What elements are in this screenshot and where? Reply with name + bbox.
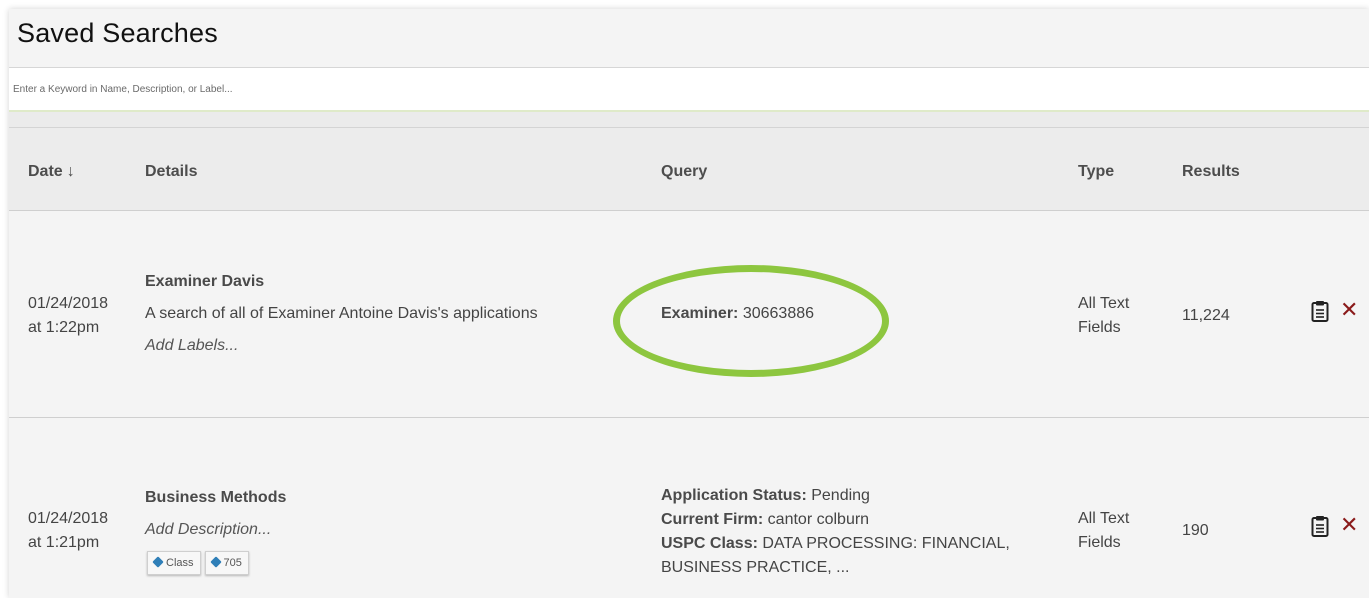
label-tag[interactable]: 705 bbox=[204, 551, 249, 575]
type-line: Fields bbox=[1078, 319, 1121, 336]
label-list: Class 705 bbox=[147, 551, 253, 575]
query-line: Current Firm: cantor colburn bbox=[661, 508, 1010, 532]
title-bar: Saved Searches bbox=[9, 9, 1369, 68]
results-cell: 190 bbox=[1182, 522, 1209, 539]
row-time: at 1:22pm bbox=[28, 319, 100, 336]
add-description-link[interactable]: Add Description... bbox=[145, 518, 625, 542]
label-text: 705 bbox=[223, 557, 242, 569]
query-line: Application Status: Pending bbox=[661, 484, 1010, 508]
query-line: BUSINESS PRACTICE, ... bbox=[661, 559, 850, 576]
search-name[interactable]: Business Methods bbox=[145, 486, 625, 510]
type-cell: All Text Fields bbox=[1078, 292, 1129, 340]
table-row[interactable]: 01/24/2018 at 1:21pm Business Methods Ad… bbox=[9, 418, 1369, 598]
column-header-details[interactable]: Details bbox=[145, 163, 197, 181]
type-line: Fields bbox=[1078, 534, 1121, 551]
query-value: Pending bbox=[806, 487, 870, 504]
type-line: All Text bbox=[1078, 295, 1130, 312]
toolbar-spacer bbox=[9, 112, 1369, 128]
search-description[interactable]: A search of all of Examiner Antoine Davi… bbox=[145, 302, 625, 326]
date-cell: 01/24/2018 at 1:21pm bbox=[28, 507, 108, 555]
search-bar bbox=[9, 68, 1369, 112]
close-icon[interactable]: ✕ bbox=[1340, 514, 1358, 536]
date-cell: 01/24/2018 at 1:22pm bbox=[28, 292, 108, 340]
row-date: 01/24/2018 bbox=[28, 510, 109, 527]
details-cell: Business Methods Add Description... bbox=[145, 486, 625, 542]
query-cell: Examiner: 30663886 bbox=[661, 302, 814, 326]
column-date-label: Date bbox=[28, 163, 63, 180]
table-row[interactable]: 01/24/2018 at 1:22pm Examiner Davis A se… bbox=[9, 211, 1369, 418]
table-header: Date ↓ Details Query Type Results bbox=[9, 128, 1369, 211]
column-header-date[interactable]: Date ↓ bbox=[28, 163, 75, 181]
type-line: All Text bbox=[1078, 510, 1130, 527]
column-header-query[interactable]: Query bbox=[661, 163, 707, 181]
add-labels-link[interactable]: Add Labels... bbox=[145, 334, 625, 358]
query-value: cantor colburn bbox=[763, 511, 870, 528]
query-value: DATA PROCESSING: FINANCIAL, bbox=[757, 535, 1010, 552]
clipboard-icon[interactable] bbox=[1311, 300, 1329, 327]
row-time: at 1:21pm bbox=[28, 534, 100, 551]
tag-icon bbox=[209, 556, 222, 568]
label-text: Class bbox=[166, 557, 194, 569]
details-cell: Examiner Davis A search of all of Examin… bbox=[145, 270, 625, 358]
label-tag[interactable]: Class bbox=[147, 551, 201, 575]
saved-searches-panel: Saved Searches Date↓ Details Query Type … bbox=[9, 9, 1369, 598]
query-cell: Application Status: Pending Current Firm… bbox=[661, 484, 1010, 580]
search-name[interactable]: Examiner Davis bbox=[145, 270, 625, 294]
column-header-results[interactable]: Results bbox=[1182, 163, 1240, 181]
type-cell: All Text Fields bbox=[1078, 507, 1129, 555]
query-key: Application Status: bbox=[661, 487, 807, 504]
query-key: Current Firm: bbox=[661, 511, 764, 528]
query-key: Examiner: bbox=[661, 305, 739, 322]
close-icon[interactable]: ✕ bbox=[1340, 299, 1358, 321]
results-cell: 11,224 bbox=[1182, 307, 1230, 324]
column-header-type[interactable]: Type bbox=[1078, 163, 1114, 181]
query-key: USPC Class: bbox=[661, 535, 758, 552]
query-line: USPC Class: DATA PROCESSING: FINANCIAL, bbox=[661, 532, 1010, 556]
clipboard-icon[interactable] bbox=[1311, 515, 1329, 542]
query-value: 30663886 bbox=[738, 305, 815, 322]
page-title: Saved Searches bbox=[17, 18, 218, 48]
search-input[interactable] bbox=[13, 80, 713, 98]
sort-down-icon[interactable]: ↓ bbox=[67, 163, 75, 180]
tag-icon bbox=[152, 556, 164, 568]
row-date: 01/24/2018 bbox=[28, 295, 109, 312]
